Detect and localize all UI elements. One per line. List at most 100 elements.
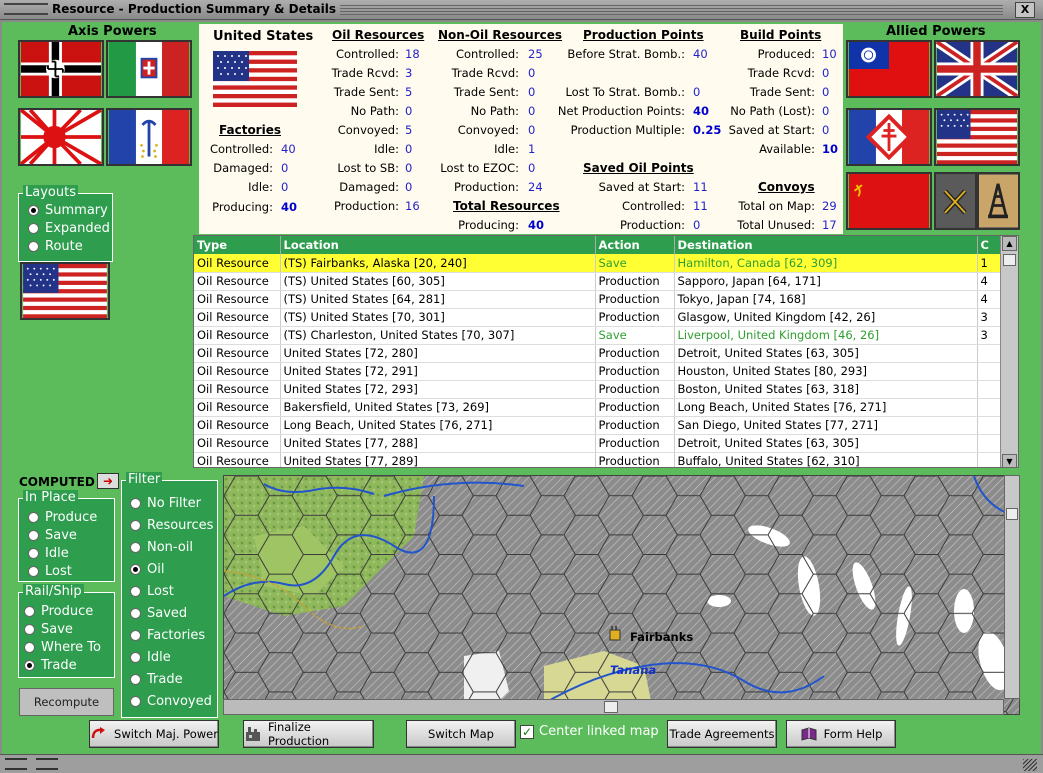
resize-grip-icon[interactable] <box>1023 759 1037 771</box>
radio-icon <box>130 630 141 641</box>
scroll-thumb[interactable] <box>1003 254 1016 266</box>
column-header-destination[interactable]: Destination <box>674 236 978 254</box>
column-header-type[interactable]: Type <box>194 236 281 254</box>
filter-legend: Filter <box>126 472 163 487</box>
filter-saved-radio[interactable]: Saved <box>130 606 187 621</box>
scroll-up-icon[interactable]: ▲ <box>1002 236 1017 251</box>
radio-icon <box>24 624 35 635</box>
build-value: 0 <box>822 66 830 80</box>
column-header-c[interactable]: C <box>977 236 1001 254</box>
table-row[interactable]: Oil Resource (TS) United States [64, 281]… <box>194 290 1001 309</box>
flag-italy[interactable] <box>106 40 192 98</box>
scroll-thumb[interactable] <box>1006 508 1018 520</box>
form-help-button[interactable]: Form Help <box>786 720 896 748</box>
table-row[interactable]: Oil Resource Long Beach, United States [7… <box>194 416 1001 435</box>
cell-type: Oil Resource <box>194 326 281 345</box>
filter-trade-radio[interactable]: Trade <box>130 672 183 687</box>
inplace-lost-radio[interactable]: Lost <box>28 564 72 579</box>
arrow-right-icon[interactable]: ➜ <box>97 473 119 489</box>
cell-c <box>977 452 1001 467</box>
layout-summary-radio[interactable]: Summary <box>28 203 108 218</box>
nonoil-value: 1 <box>528 142 536 156</box>
layout-expanded-radio[interactable]: Expanded <box>28 221 110 236</box>
table-row[interactable]: Oil Resource United States [77, 288] Produ… <box>194 434 1001 453</box>
build-value: 0 <box>822 85 830 99</box>
table-row[interactable]: Oil Resource (TS) United States [60, 305]… <box>194 272 1001 291</box>
cell-c: 1 <box>977 254 1001 273</box>
close-button[interactable]: X <box>1015 2 1035 18</box>
recompute-button[interactable]: Recompute <box>19 688 114 716</box>
uk-flag-icon <box>936 42 1018 96</box>
railship-trade-radio[interactable]: Trade <box>24 658 77 673</box>
cell-location: United States [72, 291] <box>280 362 596 381</box>
scroll-thumb[interactable] <box>604 701 618 713</box>
nonoil-label: Lost to EZOC: <box>440 161 519 175</box>
resources-view-button[interactable] <box>934 172 977 230</box>
hex-map[interactable]: Fairbanks Tanana <box>223 475 1020 715</box>
filter-factories-radio[interactable]: Factories <box>130 628 205 643</box>
build-points-header: Build Points <box>740 28 822 42</box>
railship-save-radio[interactable]: Save <box>24 622 73 637</box>
table-row[interactable]: Oil Resource United States [77, 289] Produ… <box>194 452 1001 467</box>
filter-idle-radio[interactable]: Idle <box>130 650 171 665</box>
inplace-save-radio[interactable]: Save <box>28 528 77 543</box>
map-horizontal-scrollbar[interactable] <box>223 699 1004 715</box>
radio-icon <box>130 696 141 707</box>
inplace-produce-radio[interactable]: Produce <box>28 510 97 525</box>
flag-germany[interactable] <box>18 40 104 98</box>
checkmark-icon: ✓ <box>520 724 534 739</box>
filter-lost-radio[interactable]: Lost <box>130 584 174 599</box>
railship-produce-radio[interactable]: Produce <box>24 604 93 619</box>
filter-no-filter-radio[interactable]: No Filter <box>130 496 201 511</box>
switch-major-power-button[interactable]: Switch Maj. Power <box>89 720 219 748</box>
table-row[interactable]: Oil Resource (TS) Charleston, United Stat… <box>194 326 1001 345</box>
cell-action: Save <box>595 254 675 273</box>
cell-destination: Houston, United States [80, 293] <box>674 362 978 381</box>
center-linked-map-checkbox[interactable]: ✓ Center linked map <box>520 724 659 739</box>
inplace-idle-radio[interactable]: Idle <box>28 546 69 561</box>
rail-ship-legend: Rail/Ship <box>23 584 84 599</box>
flag-japan[interactable] <box>18 108 104 166</box>
nonoil-label: No Path: <box>470 104 519 118</box>
convoys-value: 29 <box>822 199 837 213</box>
factories-label: Controlled: <box>209 142 273 156</box>
flag-uk[interactable] <box>934 40 1020 98</box>
flag-vichy-france[interactable] <box>106 108 192 166</box>
oil-view-button[interactable] <box>977 172 1020 230</box>
factories-value: 0 <box>281 161 289 175</box>
table-row[interactable]: Oil Resource Bakersfield, United States [… <box>194 398 1001 417</box>
title-bar[interactable]: Resource - Production Summary & Details … <box>0 0 1043 20</box>
table-row[interactable]: Oil Resource United States [72, 291] Produ… <box>194 362 1001 381</box>
table-row[interactable]: Oil Resource United States [72, 280] Produ… <box>194 344 1001 363</box>
cell-location: Long Beach, United States [76, 271] <box>280 416 596 435</box>
map-vertical-scrollbar[interactable] <box>1004 475 1020 699</box>
cell-destination: Tokyo, Japan [74, 168] <box>674 290 978 309</box>
table-row[interactable]: Oil Resource (TS) United States [70, 301]… <box>194 308 1001 327</box>
trade-agreements-button[interactable]: Trade Agreements <box>667 720 777 748</box>
filter-oil-radio[interactable]: Oil <box>130 562 164 577</box>
flag-china[interactable] <box>846 40 932 98</box>
table-row[interactable]: Oil Resource (TS) Fairbanks, Alaska [20, … <box>194 254 1001 273</box>
filter-resources-radio[interactable]: Resources <box>130 518 213 533</box>
railship-where-to-radio[interactable]: Where To <box>24 640 101 655</box>
flag-ussr[interactable] <box>846 172 932 230</box>
scroll-down-icon[interactable]: ▼ <box>1002 454 1017 467</box>
cell-location: United States [77, 288] <box>280 434 596 453</box>
table-scrollbar[interactable]: ▲ ▼ <box>1000 236 1018 467</box>
help-book-icon <box>800 726 818 742</box>
filter-convoyed-radio[interactable]: Convoyed <box>130 694 212 709</box>
switch-map-button[interactable]: Switch Map <box>406 720 516 748</box>
table-row[interactable]: Oil Resource United States [72, 293] Produ… <box>194 380 1001 399</box>
layout-route-radio[interactable]: Route <box>28 239 83 254</box>
filter-non-oil-radio[interactable]: Non-oil <box>130 540 193 555</box>
production-label: Net Production Points: <box>557 104 685 118</box>
nonoil-label: Convoyed: <box>457 123 519 137</box>
table-header-row: Type Location Action Destination C <box>194 236 1001 254</box>
window-menu-icon[interactable] <box>4 3 48 15</box>
column-header-location[interactable]: Location <box>280 236 596 254</box>
column-header-action[interactable]: Action <box>595 236 675 254</box>
flag-usa[interactable] <box>934 108 1020 166</box>
flag-free-france[interactable] <box>846 108 932 166</box>
finalize-production-button[interactable]: Finalize Production <box>243 720 374 748</box>
italy-flag-icon <box>108 42 190 96</box>
